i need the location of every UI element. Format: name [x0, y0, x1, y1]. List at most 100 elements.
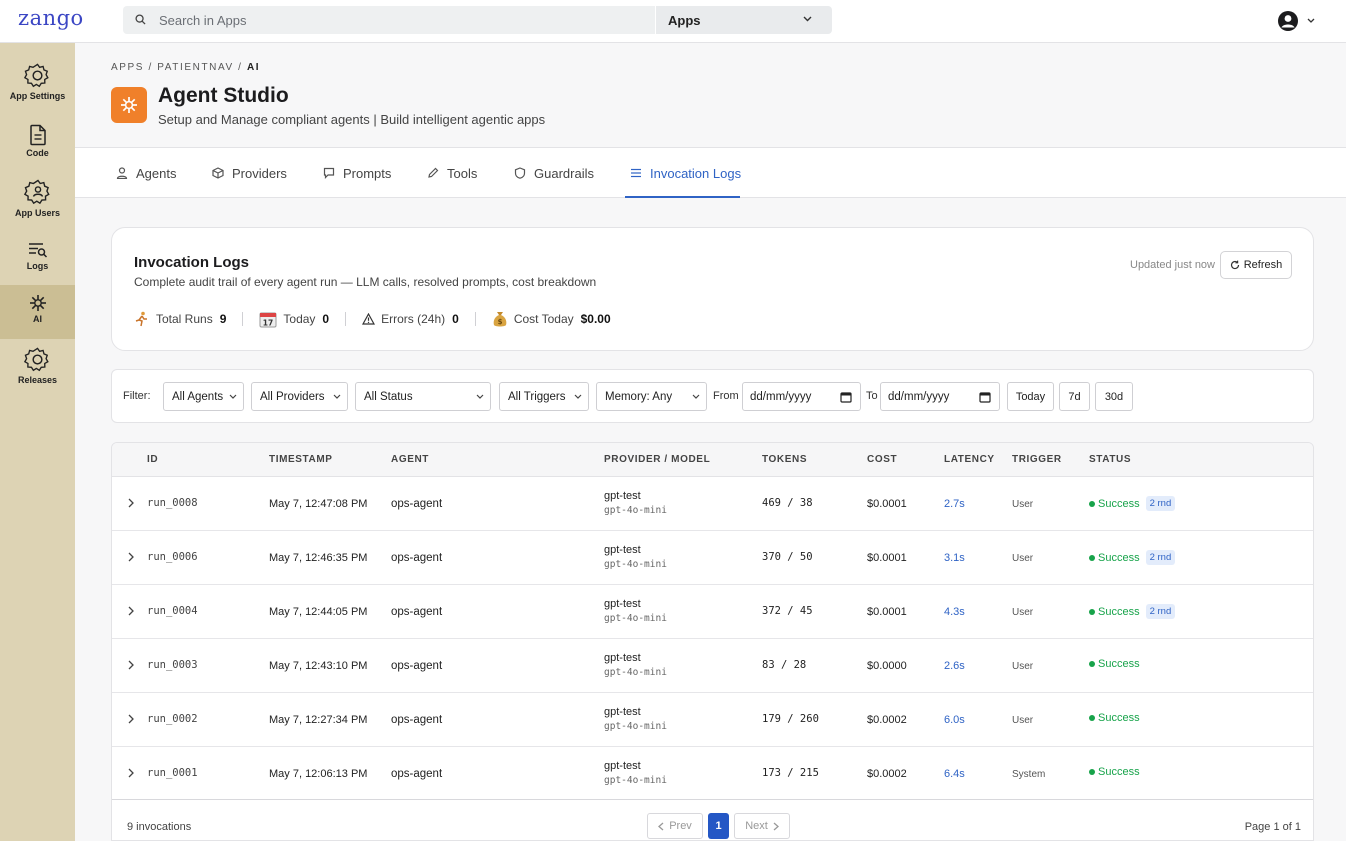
refresh-button[interactable]: Refresh: [1220, 251, 1292, 279]
run-id[interactable]: run_0004: [147, 605, 198, 617]
table-row[interactable]: run_0008 May 7, 12:47:08 PM ops-agent gpt-t…: [112, 477, 1313, 531]
trigger-filter-select[interactable]: All Triggers: [499, 382, 589, 411]
search-placeholder: Search in Apps: [159, 13, 247, 28]
table-row[interactable]: run_0002 May 7, 12:27:34 PM ops-agent gpt-t…: [112, 693, 1313, 747]
column-header[interactable]: LATENCY: [944, 454, 995, 465]
run-id[interactable]: run_0006: [147, 551, 198, 563]
tab-prompts[interactable]: Prompts: [323, 148, 391, 198]
from-label: From: [713, 390, 739, 402]
table-row[interactable]: run_0003 May 7, 12:43:10 PM ops-agent gpt-t…: [112, 639, 1313, 693]
warning-icon: [362, 313, 376, 325]
provider-filter-select[interactable]: All Providers: [251, 382, 348, 411]
user-menu[interactable]: [1277, 10, 1317, 32]
run-cost: $0.0002: [867, 768, 907, 780]
table-row[interactable]: run_0006 May 7, 12:46:35 PM ops-agent gpt-t…: [112, 531, 1313, 585]
chevron-right-icon[interactable]: [128, 768, 134, 778]
sidebar-item-code[interactable]: Code: [0, 124, 75, 178]
tab-label: Providers: [232, 165, 287, 181]
stat-value: 0: [452, 312, 459, 326]
tab-tools[interactable]: Tools: [427, 148, 477, 198]
run-tokens: 370 / 50: [762, 551, 813, 563]
status-badge: Success: [1089, 712, 1140, 724]
today-button[interactable]: Today: [1007, 382, 1054, 411]
column-header[interactable]: PROVIDER / MODEL: [604, 454, 710, 465]
tab-agents[interactable]: Agents: [116, 148, 176, 198]
search-input[interactable]: Search in Apps: [123, 6, 655, 34]
column-header[interactable]: AGENT: [391, 454, 429, 465]
breadcrumb-patientnav[interactable]: PATIENTNAV: [157, 62, 234, 73]
status-dot: [1089, 608, 1095, 615]
sidebar-item-ai[interactable]: AI: [0, 285, 75, 339]
tab-invocation-logs[interactable]: Invocation Logs: [630, 148, 741, 198]
run-trigger: User: [1012, 715, 1034, 726]
table-row[interactable]: run_0004 May 7, 12:44:05 PM ops-agent gpt-t…: [112, 585, 1313, 639]
users-gear-icon: [23, 179, 50, 205]
run-id[interactable]: run_0008: [147, 497, 198, 509]
sidebar-item-label: App Users: [14, 208, 60, 218]
run-id[interactable]: run_0002: [147, 713, 198, 725]
tab-label: Prompts: [343, 165, 392, 181]
status-filter-select[interactable]: All Status: [355, 382, 491, 411]
chevron-right-icon[interactable]: [128, 498, 134, 508]
run-agent: ops-agent: [391, 768, 443, 780]
7d-button[interactable]: 7d: [1059, 382, 1090, 411]
agent-filter-select[interactable]: All Agents: [163, 382, 244, 411]
divider: [242, 312, 244, 326]
next-page-button[interactable]: Next: [734, 813, 790, 839]
sidebar-item-label: Logs: [26, 261, 49, 271]
sidebar-item-app-settings[interactable]: App Settings: [0, 62, 75, 116]
chevron-down-icon: [333, 394, 341, 399]
column-header[interactable]: TRIGGER: [1012, 454, 1062, 465]
run-tokens: 83 / 28: [762, 659, 807, 671]
chevron-right-icon[interactable]: [128, 552, 134, 562]
sidebar-item-releases[interactable]: Releases: [0, 346, 75, 400]
run-tokens: 173 / 215: [762, 767, 819, 779]
run-id[interactable]: run_0003: [147, 659, 198, 671]
tab-providers[interactable]: Providers: [212, 148, 287, 198]
stat-total-runs: Total Runs 9: [134, 311, 226, 327]
chevron-right-icon[interactable]: [128, 660, 134, 670]
model-name: gpt-4o-mini: [604, 721, 667, 732]
prev-page-button[interactable]: Prev: [647, 813, 703, 839]
tab-guardrails[interactable]: Guardrails: [514, 148, 594, 198]
column-header[interactable]: TIMESTAMP: [269, 454, 333, 465]
tab-bar: Agents Providers Prompts Tools Guardrail…: [75, 147, 1346, 198]
30d-button[interactable]: 30d: [1095, 382, 1133, 411]
sidebar-item-app-users[interactable]: App Users: [0, 178, 75, 232]
run-id[interactable]: run_0001: [147, 767, 198, 779]
refresh-label: Refresh: [1243, 259, 1283, 271]
zango-logo[interactable]: zango: [18, 6, 84, 30]
date-value: dd/mm/yyyy: [750, 390, 812, 403]
memory-filter-select[interactable]: Memory: Any: [596, 382, 707, 411]
column-header[interactable]: COST: [867, 454, 897, 465]
column-header[interactable]: STATUS: [1089, 454, 1131, 465]
run-agent: ops-agent: [391, 660, 443, 672]
run-latency: 6.0s: [944, 714, 965, 726]
status-text: Success: [1098, 658, 1140, 670]
column-header[interactable]: TOKENS: [762, 454, 807, 465]
tab-label: Tools: [447, 165, 478, 181]
status-text: Success: [1098, 551, 1140, 564]
provider-model: gpt-test gpt-4o-mini: [604, 598, 667, 624]
top-bar: zango Search in Apps Apps: [0, 0, 1346, 43]
apps-dropdown[interactable]: Apps: [656, 6, 832, 34]
provider-model: gpt-test gpt-4o-mini: [604, 706, 667, 732]
to-date-input[interactable]: dd/mm/yyyy: [880, 382, 1000, 411]
column-header[interactable]: ID: [147, 454, 158, 465]
chevron-right-icon[interactable]: [128, 606, 134, 616]
refresh-icon: [1230, 260, 1239, 270]
page-number-button[interactable]: 1: [708, 813, 729, 839]
stat-cost-today: $ Cost Today $0.00: [492, 310, 611, 328]
table-header: ID TIMESTAMP AGENT PROVIDER / MODEL TOKE…: [112, 443, 1313, 477]
tab-label: Invocation Logs: [650, 165, 742, 181]
chevron-right-icon[interactable]: [128, 714, 134, 724]
tab-label: Agents: [136, 165, 177, 181]
summary-subtitle: Complete audit trail of every agent run …: [134, 275, 597, 289]
run-timestamp: May 7, 12:46:35 PM: [269, 552, 368, 564]
to-label: To: [866, 390, 878, 402]
from-date-input[interactable]: dd/mm/yyyy: [742, 382, 861, 411]
table-row[interactable]: run_0001 May 7, 12:06:13 PM ops-agent gpt-t…: [112, 747, 1313, 801]
tab-label: Guardrails: [534, 165, 594, 181]
breadcrumb-apps[interactable]: APPS: [111, 62, 144, 73]
rounds-badge: 2 rnd: [1145, 604, 1176, 619]
